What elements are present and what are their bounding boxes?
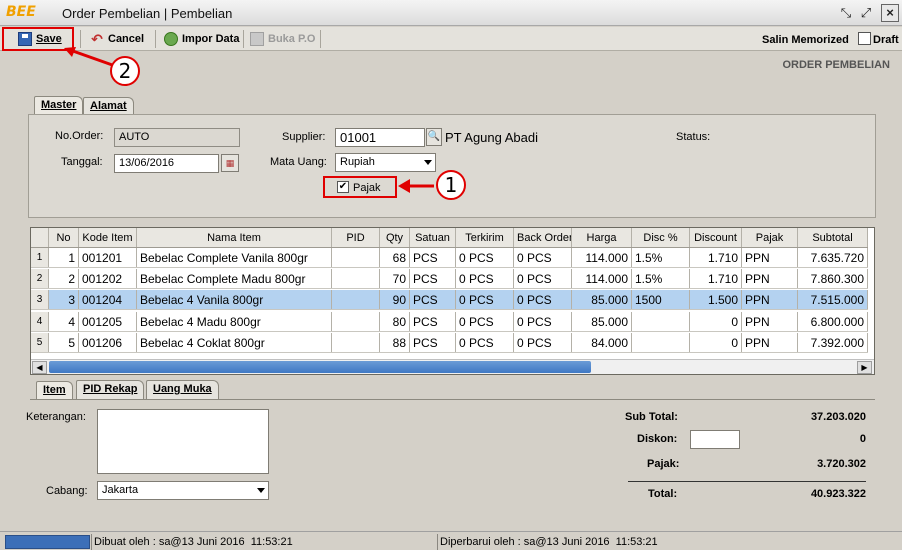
restore-icon[interactable]: ⤡ <box>837 4 855 22</box>
status-bar: Dibuat oleh : sa@13 Juni 2016 11:53:21 D… <box>0 531 902 550</box>
tab-pid-rekap[interactable]: PID Rekap <box>76 380 145 399</box>
pajak-checkbox[interactable]: ✔ <box>337 181 349 193</box>
table-row[interactable]: 4 4 001205 Bebelac 4 Madu 800gr 80 PCS 0… <box>31 312 868 332</box>
app-logo: BEE <box>6 4 36 20</box>
scroll-right-icon[interactable]: ▶ <box>857 361 872 374</box>
col-header[interactable]: No <box>49 228 79 247</box>
callout-1: 1 <box>436 170 466 200</box>
diskon-value: 0 <box>859 433 866 445</box>
page-title: ORDER PEMBELIAN <box>782 59 890 71</box>
keterangan-label: Keterangan: <box>26 411 86 423</box>
col-header[interactable]: Discount <box>690 228 742 247</box>
impor-data-button[interactable]: Impor Data <box>160 29 243 49</box>
col-header[interactable]: Back Order <box>514 228 572 247</box>
col-header[interactable]: Qty <box>380 228 410 247</box>
status-label: Status: <box>676 131 711 143</box>
total-value: 40.923.322 <box>810 488 866 500</box>
table-row[interactable]: 2 2 001202 Bebelac Complete Madu 800gr 7… <box>31 269 868 289</box>
open-po-icon <box>250 32 264 46</box>
tab-uang-muka[interactable]: Uang Muka <box>146 380 219 399</box>
chevron-down-icon <box>424 160 432 165</box>
created-by-text: Dibuat oleh : sa@13 Juni 2016 11:53:21 <box>94 536 293 548</box>
diskon-input[interactable] <box>690 430 740 449</box>
no-order-label: No.Order: <box>55 130 104 142</box>
chevron-down-icon <box>257 488 265 493</box>
supplier-label: Supplier: <box>282 131 326 143</box>
grid-header: No Kode Item Nama Item PID Qty Satuan Te… <box>31 228 868 248</box>
supplier-code-field[interactable]: 01001 <box>335 128 425 147</box>
mata-uang-label: Mata Uang: <box>270 156 327 168</box>
col-header[interactable]: Terkirim <box>456 228 514 247</box>
calendar-icon[interactable]: ▦ <box>221 154 239 172</box>
table-row[interactable]: 5 5 001206 Bebelac 4 Coklat 800gr 88 PCS… <box>31 333 868 353</box>
search-icon[interactable]: 🔍 <box>426 128 442 146</box>
salin-memorized-label: Salin Memorized <box>762 34 849 46</box>
scrollbar-thumb[interactable] <box>49 361 591 373</box>
scroll-left-icon[interactable]: ◀ <box>32 361 47 374</box>
cabang-select[interactable]: Jakarta <box>97 481 269 500</box>
title-bar: BEE Order Pembelian | Pembelian ⤡ ⤢ × <box>0 0 902 26</box>
total-label: Total: <box>648 488 678 500</box>
subtotal-label: Sub Total: <box>625 411 678 423</box>
pajak-total-value: 3.720.302 <box>817 458 866 470</box>
undo-icon: ↶ <box>91 31 103 47</box>
col-header[interactable]: Disc % <box>632 228 690 247</box>
col-header[interactable]: Subtotal <box>798 228 868 247</box>
diskon-label: Diskon: <box>637 433 678 445</box>
status-progress <box>5 535 90 549</box>
no-order-field: AUTO <box>114 128 240 147</box>
col-header[interactable]: Pajak <box>742 228 798 247</box>
import-icon <box>164 32 178 46</box>
cabang-label: Cabang: <box>46 485 88 497</box>
callout-2: 2 <box>110 56 140 86</box>
toolbar: Save ↶ Cancel Impor Data Buka P.O Salin … <box>0 27 902 51</box>
col-header[interactable]: PID <box>332 228 380 247</box>
draft-checkbox[interactable] <box>858 32 871 45</box>
col-header[interactable]: Kode Item <box>79 228 137 247</box>
tab-master[interactable]: Master <box>34 96 84 115</box>
tab-item[interactable]: Item <box>36 381 73 400</box>
tanggal-field[interactable]: 13/06/2016 <box>114 154 219 173</box>
tanggal-label: Tanggal: <box>61 156 103 168</box>
window-title: Order Pembelian | Pembelian <box>62 6 233 21</box>
pajak-total-label: Pajak: <box>647 458 680 470</box>
close-icon[interactable]: × <box>881 4 899 22</box>
horizontal-scrollbar[interactable]: ◀ ▶ <box>31 359 874 374</box>
table-row-selected[interactable]: 3 3 001204 Bebelac 4 Vanila 800gr 90 PCS… <box>31 290 868 310</box>
col-header[interactable]: Nama Item <box>137 228 332 247</box>
supplier-name: PT Agung Abadi <box>445 130 539 145</box>
col-header[interactable]: Harga <box>572 228 632 247</box>
table-row[interactable]: 1 1 001201 Bebelac Complete Vanila 800gr… <box>31 248 868 268</box>
keterangan-textarea[interactable] <box>97 409 269 474</box>
maximize-icon[interactable]: ⤢ <box>857 4 875 22</box>
pajak-label: Pajak <box>353 182 381 194</box>
buka-po-button[interactable]: Buka P.O <box>246 29 320 49</box>
updated-by-text: Diperbarui oleh : sa@13 Juni 2016 11:53:… <box>440 536 658 548</box>
item-grid[interactable]: No Kode Item Nama Item PID Qty Satuan Te… <box>30 227 875 375</box>
subtotal-value: 37.203.020 <box>810 411 866 423</box>
col-header[interactable]: Satuan <box>410 228 456 247</box>
callout-arrow-1 <box>398 179 434 193</box>
draft-label: Draft <box>873 34 899 46</box>
mata-uang-select[interactable]: Rupiah <box>335 153 436 172</box>
total-divider <box>628 481 866 482</box>
